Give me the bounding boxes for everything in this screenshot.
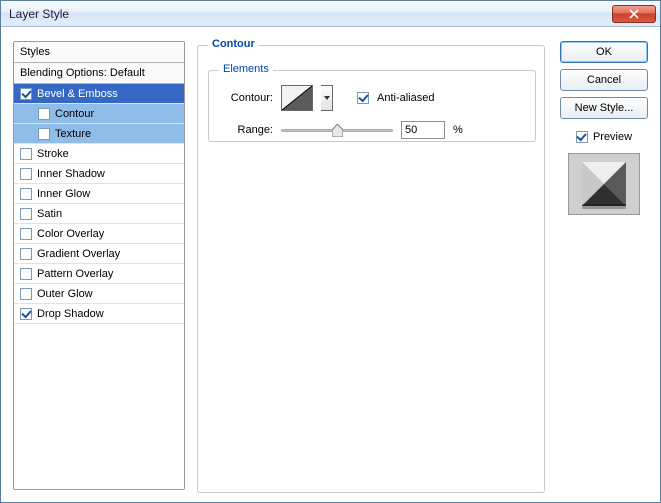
contour-label: Contour:	[221, 92, 273, 104]
style-row-bevel-emboss[interactable]: Bevel & Emboss	[14, 84, 184, 104]
layer-style-dialog: Layer Style Styles Blending Options: Def…	[0, 0, 661, 503]
styles-header[interactable]: Styles	[14, 42, 184, 63]
right-button-panel: OK Cancel New Style... Preview	[560, 41, 648, 490]
section-title: Contour	[208, 38, 259, 50]
style-checkbox[interactable]	[20, 148, 32, 160]
preview-thumbnail	[568, 153, 640, 215]
style-row-outer-glow[interactable]: Outer Glow	[14, 284, 184, 304]
contour-preset-thumb[interactable]	[281, 85, 313, 111]
contour-section: Contour Elements Contour:	[197, 45, 545, 493]
style-checkbox[interactable]	[20, 208, 32, 220]
anti-aliased-checkbox[interactable]	[357, 92, 369, 104]
style-row-inner-shadow[interactable]: Inner Shadow	[14, 164, 184, 184]
anti-aliased-label: Anti-aliased	[377, 92, 434, 104]
style-label: Gradient Overlay	[37, 248, 120, 260]
ok-button[interactable]: OK	[560, 41, 648, 63]
range-label: Range:	[221, 124, 273, 136]
range-slider[interactable]	[281, 123, 393, 137]
style-label: Inner Shadow	[37, 168, 105, 180]
style-row-satin[interactable]: Satin	[14, 204, 184, 224]
style-checkbox[interactable]	[20, 248, 32, 260]
contour-preset-dropdown[interactable]	[321, 85, 333, 111]
range-input[interactable]	[401, 121, 445, 139]
styles-list: Styles Blending Options: Default Bevel &…	[13, 41, 185, 490]
elements-title: Elements	[219, 63, 273, 75]
style-label: Outer Glow	[37, 288, 93, 300]
style-row-gradient-overlay[interactable]: Gradient Overlay	[14, 244, 184, 264]
close-button[interactable]	[612, 5, 656, 23]
style-checkbox[interactable]	[20, 168, 32, 180]
style-checkbox[interactable]	[20, 288, 32, 300]
style-label: Stroke	[37, 148, 69, 160]
style-label: Drop Shadow	[37, 308, 104, 320]
style-label: Color Overlay	[37, 228, 104, 240]
style-label: Satin	[37, 208, 62, 220]
range-unit: %	[453, 124, 463, 136]
cancel-button[interactable]: Cancel	[560, 69, 648, 91]
style-label: Texture	[55, 128, 91, 140]
style-checkbox[interactable]	[20, 268, 32, 280]
style-checkbox[interactable]	[38, 128, 50, 140]
titlebar[interactable]: Layer Style	[1, 1, 660, 27]
bevel-preview-icon	[579, 159, 629, 209]
style-checkbox[interactable]	[20, 228, 32, 240]
style-checkbox[interactable]	[38, 108, 50, 120]
chevron-down-icon	[324, 96, 330, 100]
style-row-pattern-overlay[interactable]: Pattern Overlay	[14, 264, 184, 284]
style-checkbox[interactable]	[20, 308, 32, 320]
style-checkbox[interactable]	[20, 188, 32, 200]
style-label: Inner Glow	[37, 188, 90, 200]
style-label: Pattern Overlay	[37, 268, 113, 280]
style-label: Bevel & Emboss	[37, 88, 118, 100]
style-label: Contour	[55, 108, 94, 120]
style-checkbox[interactable]	[20, 88, 32, 100]
style-row-color-overlay[interactable]: Color Overlay	[14, 224, 184, 244]
style-row-inner-glow[interactable]: Inner Glow	[14, 184, 184, 204]
slider-thumb[interactable]	[332, 124, 343, 137]
contour-curve-icon	[282, 86, 312, 110]
main-settings-panel: Contour Elements Contour:	[197, 41, 548, 490]
style-row-stroke[interactable]: Stroke	[14, 144, 184, 164]
dialog-content: Styles Blending Options: Default Bevel &…	[1, 27, 660, 502]
preview-checkbox[interactable]	[576, 131, 588, 143]
new-style-button[interactable]: New Style...	[560, 97, 648, 119]
blending-options-row[interactable]: Blending Options: Default	[14, 63, 184, 84]
style-row-contour[interactable]: Contour	[14, 104, 184, 124]
style-row-drop-shadow[interactable]: Drop Shadow	[14, 304, 184, 324]
elements-group: Elements Contour:	[208, 70, 536, 142]
window-title: Layer Style	[9, 7, 612, 21]
preview-label: Preview	[593, 131, 632, 143]
close-icon	[628, 9, 640, 19]
style-row-texture[interactable]: Texture	[14, 124, 184, 144]
